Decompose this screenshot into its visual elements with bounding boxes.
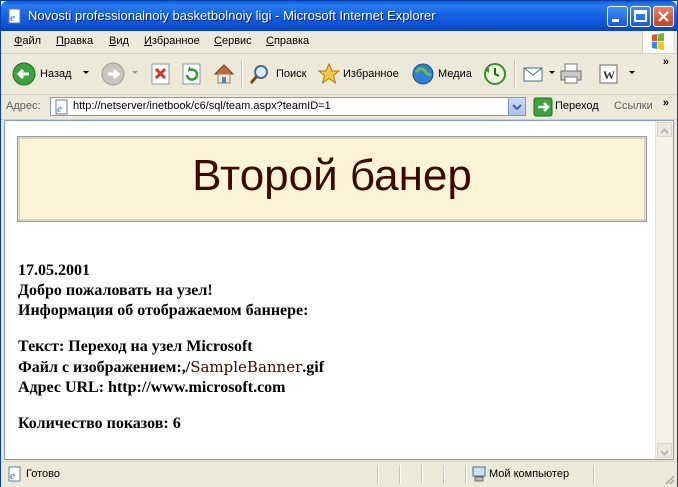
status-separator bbox=[399, 465, 401, 484]
history-icon[interactable] bbox=[483, 62, 507, 86]
forward-dropdown-icon[interactable] bbox=[132, 71, 138, 74]
mail-icon[interactable] bbox=[521, 62, 547, 86]
svg-text:e: e bbox=[57, 103, 62, 115]
go-arrow-icon bbox=[533, 97, 553, 117]
address-dropdown-button[interactable] bbox=[508, 98, 525, 115]
scroll-down-button[interactable] bbox=[657, 443, 672, 458]
window-title: Novosti professionalnoiy basketbolnoiy l… bbox=[28, 8, 436, 23]
status-separator bbox=[465, 465, 467, 484]
address-bar: Адрес: e http://netserver/inetbook/c6/sq… bbox=[1, 95, 677, 120]
menu-help[interactable]: Справка bbox=[266, 35, 309, 47]
file-name: SampleBanner bbox=[190, 358, 303, 376]
views-line: Количество показов: 6 bbox=[18, 415, 181, 432]
banner[interactable]: Второй банер bbox=[17, 136, 647, 222]
favorites-button[interactable]: Избранное bbox=[317, 59, 403, 89]
refresh-icon[interactable] bbox=[181, 63, 203, 85]
address-label: Адрес: bbox=[6, 100, 41, 112]
back-label: Назад bbox=[40, 68, 72, 80]
svg-text:W: W bbox=[603, 68, 615, 82]
stop-icon[interactable] bbox=[150, 63, 172, 85]
vertical-scrollbar[interactable] bbox=[655, 121, 673, 459]
resize-grip-icon[interactable] bbox=[663, 473, 675, 485]
windows-logo-icon bbox=[642, 31, 673, 53]
status-separator bbox=[421, 465, 423, 484]
title-bar[interactable]: e Novosti professionalnoiy basketbolnoiy… bbox=[1, 1, 677, 31]
edit-dropdown-icon[interactable] bbox=[629, 71, 635, 74]
word-edit-icon[interactable]: W bbox=[597, 62, 621, 86]
print-icon[interactable] bbox=[558, 62, 584, 86]
page-content: 17.05.2001 Добро пожаловать на узел! Инф… bbox=[18, 261, 324, 434]
media-button[interactable]: Медиа bbox=[411, 59, 473, 89]
standard-toolbar: Назад Поиск Избранное Медиа W » bbox=[1, 54, 677, 95]
back-dropdown-icon[interactable] bbox=[83, 71, 89, 74]
chevron-up-icon bbox=[660, 128, 669, 134]
search-icon bbox=[249, 65, 268, 84]
menu-tools[interactable]: Сервис bbox=[214, 35, 252, 47]
page-viewport: Второй банер 17.05.2001 Добро пожаловать… bbox=[4, 120, 674, 460]
ie-page-icon: e bbox=[8, 8, 21, 24]
security-zone: Мой компьютер bbox=[489, 468, 570, 480]
menu-favorites[interactable]: Избранное bbox=[144, 35, 200, 47]
minimize-icon bbox=[612, 19, 619, 22]
banner-text-line: Текст: Переход на узел Microsoft bbox=[18, 338, 253, 355]
date-text: 17.05.2001 bbox=[18, 262, 90, 279]
close-button[interactable] bbox=[653, 6, 674, 27]
address-input[interactable]: e http://netserver/inetbook/c6/sql/team.… bbox=[50, 97, 526, 116]
status-text: Готово bbox=[26, 468, 60, 480]
welcome-text: Добро пожаловать на узел! bbox=[18, 282, 213, 299]
forward-arrow-icon[interactable] bbox=[100, 61, 126, 87]
menu-edit[interactable]: Правка bbox=[56, 35, 93, 47]
toolbar-separator bbox=[514, 60, 516, 88]
menu-view[interactable]: Вид bbox=[109, 35, 129, 47]
menu-file[interactable]: Файл bbox=[14, 35, 41, 47]
status-separator bbox=[593, 465, 595, 484]
favorites-label: Избранное bbox=[343, 68, 399, 80]
my-computer-icon bbox=[472, 466, 486, 482]
browser-window: e Novosti professionalnoiy basketbolnoiy… bbox=[0, 0, 678, 487]
minimize-button[interactable] bbox=[607, 6, 628, 27]
maximize-button[interactable] bbox=[630, 6, 651, 27]
back-button[interactable]: Назад bbox=[11, 59, 91, 89]
menu-bar: Файл Правка Вид Избранное Сервис Справка bbox=[1, 31, 677, 54]
back-arrow-icon bbox=[12, 62, 36, 86]
toolbar-separator bbox=[241, 60, 243, 88]
chevron-down-icon bbox=[660, 450, 669, 456]
url-line: Адрес URL: http://www.microsoft.com bbox=[18, 379, 286, 396]
chevron-down-icon bbox=[512, 104, 522, 111]
svg-text:e: e bbox=[10, 12, 15, 24]
status-bar: e Готово Мой компьютер bbox=[1, 461, 677, 487]
links-button[interactable]: Ссылки bbox=[614, 100, 653, 112]
toolbar-overflow-icon[interactable]: » bbox=[663, 56, 669, 68]
scroll-up-button[interactable] bbox=[657, 122, 672, 137]
mail-dropdown-icon[interactable] bbox=[549, 71, 555, 74]
search-button[interactable]: Поиск bbox=[248, 59, 308, 89]
ie-page-icon: e bbox=[55, 99, 68, 115]
media-icon bbox=[412, 63, 434, 85]
status-separator bbox=[377, 465, 379, 484]
file-line: Файл с изображением:,/SampleBanner.gif bbox=[18, 358, 325, 376]
status-separator bbox=[443, 465, 445, 484]
svg-text:e: e bbox=[10, 470, 15, 482]
media-label: Медиа bbox=[438, 68, 472, 80]
go-label: Переход bbox=[555, 100, 599, 112]
home-icon[interactable] bbox=[212, 62, 236, 86]
address-url: http://netserver/inetbook/c6/sql/team.as… bbox=[73, 100, 331, 112]
banner-text: Второй банер bbox=[192, 151, 472, 200]
ie-page-icon: e bbox=[8, 466, 21, 482]
links-overflow-icon[interactable]: » bbox=[663, 97, 669, 109]
close-icon bbox=[658, 11, 669, 22]
maximize-icon bbox=[634, 10, 647, 22]
star-icon bbox=[317, 62, 341, 85]
search-label: Поиск bbox=[276, 68, 307, 80]
info-heading: Информация об отображаемом баннере: bbox=[18, 302, 309, 319]
